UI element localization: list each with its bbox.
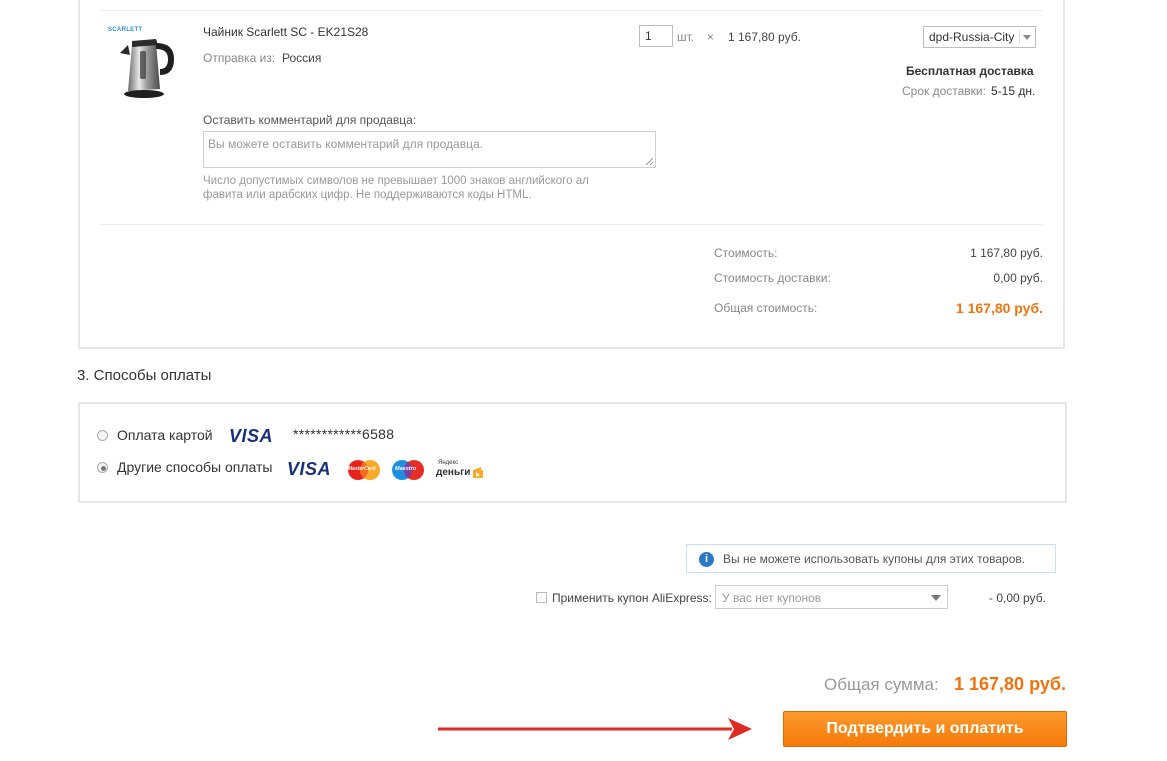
yandex-money-icon: Яндекс деньги bbox=[436, 460, 486, 482]
order-total-label: Общая стоимость: bbox=[714, 301, 818, 315]
pay-card-label[interactable]: Оплата картой bbox=[117, 427, 213, 443]
coupon-discount: - 0,00 руб. bbox=[989, 591, 1046, 605]
grand-total-label: Общая сумма: bbox=[824, 675, 939, 694]
shipping-cost-label: Стоимость доставки: bbox=[714, 271, 831, 285]
payment-methods-panel bbox=[78, 402, 1067, 503]
wallet-icon bbox=[473, 467, 483, 478]
times-sign: × bbox=[707, 30, 715, 44]
saved-card-number: ************6588 bbox=[293, 426, 395, 442]
product-name[interactable]: Чайник Scarlett SC - EK21S28 bbox=[203, 25, 368, 39]
delivery-time-label: Срок доставки: bbox=[902, 84, 986, 98]
ship-from-value: Россия bbox=[282, 51, 322, 65]
free-delivery-label: Бесплатная доставка bbox=[906, 64, 1034, 78]
coupon-notice-text: Вы не можете использовать купоны для эти… bbox=[723, 552, 1026, 566]
coupon-select-value: У вас нет купонов bbox=[722, 591, 822, 605]
confirm-and-pay-button[interactable]: Подтвердить и оплатить bbox=[783, 711, 1067, 747]
chevron-down-icon bbox=[931, 595, 941, 601]
coupon-select[interactable]: У вас нет купонов bbox=[715, 585, 948, 609]
shipping-cost-value: 0,00 руб. bbox=[993, 271, 1043, 285]
comment-placeholder: Вы можете оставить комментарий для прода… bbox=[208, 137, 483, 151]
order-total-value: 1 167,80 руб. bbox=[955, 300, 1043, 316]
brand-logo: SCARLETT bbox=[108, 27, 143, 33]
apply-coupon-label[interactable]: Применить купон AliExpress: bbox=[552, 591, 712, 605]
comment-hint-line-2: фавита или арабских цифр. Не поддерживаю… bbox=[203, 189, 532, 201]
chevron-down-icon bbox=[1023, 35, 1031, 40]
coupon-notice: i Вы не можете использовать купоны для э… bbox=[686, 544, 1056, 573]
pay-other-label[interactable]: Другие способы оплаты bbox=[117, 459, 272, 475]
comment-hint: Число допустимых символов не превышает 1… bbox=[203, 174, 589, 202]
cost-label: Стоимость: bbox=[714, 246, 778, 260]
unit-label: шт. bbox=[677, 30, 695, 44]
info-icon: i bbox=[699, 552, 714, 567]
comment-label: Оставить комментарий для продавца: bbox=[203, 113, 417, 127]
visa-logo: VISA bbox=[229, 426, 274, 446]
cost-value: 1 167,80 руб. bbox=[970, 246, 1043, 260]
grand-total-value: 1 167,80 руб. bbox=[954, 674, 1066, 694]
comment-hint-line-1: Число допустимых символов не превышает 1… bbox=[203, 175, 589, 187]
kettle-icon bbox=[120, 39, 174, 98]
divider bbox=[100, 10, 1043, 11]
quantity-input[interactable]: 1 bbox=[639, 25, 673, 47]
resize-handle-icon[interactable] bbox=[646, 158, 653, 165]
shipping-method-value: dpd-Russia-City bbox=[929, 30, 1015, 44]
ship-from-label: Отправка из: bbox=[203, 51, 276, 65]
mastercard-icon: MasterCard bbox=[346, 459, 382, 481]
divider bbox=[1019, 30, 1020, 44]
yandex-top-text: Яндекс bbox=[438, 460, 459, 466]
radio-pay-card[interactable] bbox=[97, 430, 108, 441]
product-image[interactable]: SCARLETT bbox=[104, 25, 180, 101]
shipping-method-select[interactable]: dpd-Russia-City bbox=[923, 26, 1036, 48]
maestro-icon: Maestro bbox=[390, 459, 426, 481]
radio-pay-other[interactable] bbox=[97, 462, 108, 473]
unit-price: 1 167,80 руб. bbox=[728, 30, 801, 44]
seller-comment-textarea[interactable]: Вы можете оставить комментарий для прода… bbox=[203, 131, 656, 168]
mastercard-text: MasterCard bbox=[348, 466, 376, 472]
yandex-bottom-text: деньги bbox=[436, 467, 471, 478]
maestro-text: Maestro bbox=[395, 466, 417, 472]
divider bbox=[100, 224, 1043, 225]
delivery-time-value: 5-15 дн. bbox=[991, 84, 1036, 98]
apply-coupon-checkbox[interactable] bbox=[536, 592, 547, 603]
arrow-right-icon bbox=[438, 718, 752, 740]
visa-logo: VISA bbox=[287, 459, 332, 479]
payment-section-title: 3. Способы оплаты bbox=[77, 367, 212, 384]
